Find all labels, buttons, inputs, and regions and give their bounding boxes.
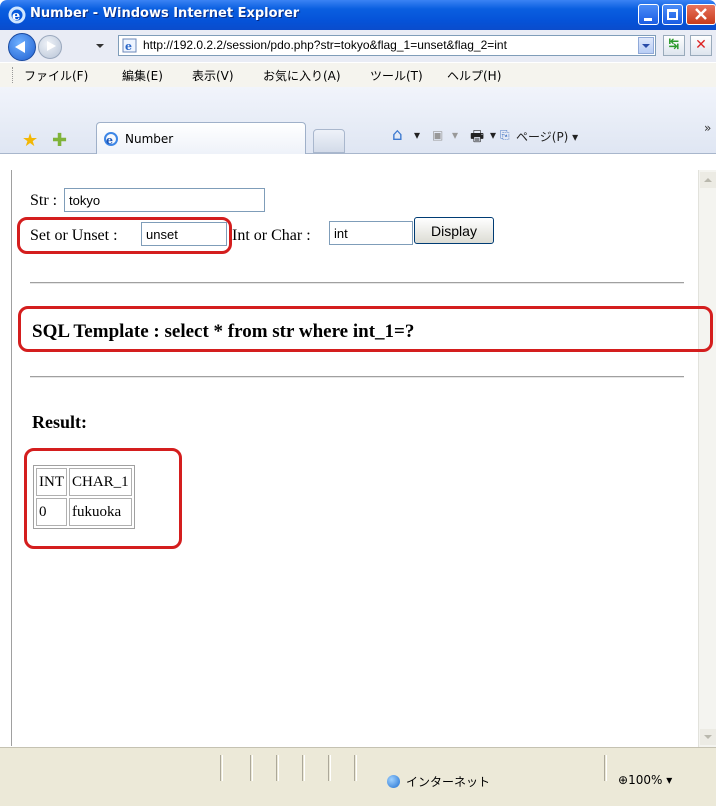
tab-label: Number bbox=[125, 132, 174, 146]
scroll-down-button[interactable] bbox=[700, 729, 716, 745]
annotation-box-set-or-unset bbox=[17, 217, 232, 254]
title-bar: e Number - Windows Internet Explorer bbox=[0, 0, 716, 30]
menu-favorites[interactable]: お気に入り(A) bbox=[263, 67, 341, 84]
menu-bar: ファイル(F) 編集(E) 表示(V) お気に入り(A) ツール(T) ヘルプ(… bbox=[0, 62, 716, 88]
recent-pages-dropdown-icon[interactable] bbox=[96, 44, 104, 48]
status-separator bbox=[276, 755, 279, 781]
menu-file[interactable]: ファイル(F) bbox=[24, 67, 88, 84]
menu-tools[interactable]: ツール(T) bbox=[370, 67, 423, 84]
add-favorite-icon[interactable]: ✚ bbox=[52, 130, 67, 151]
address-url[interactable]: http://192.0.2.2/session/pdo.php?str=tok… bbox=[143, 38, 507, 52]
print-dropdown-icon[interactable]: ▾ bbox=[490, 128, 496, 142]
scroll-up-button[interactable] bbox=[700, 172, 716, 188]
tab-number[interactable]: e Number bbox=[96, 122, 306, 154]
maximize-button[interactable] bbox=[662, 4, 683, 25]
zone-label: インターネット bbox=[406, 775, 491, 789]
ie-logo-icon: e bbox=[8, 6, 26, 24]
forward-button[interactable] bbox=[38, 35, 62, 59]
stop-button[interactable]: ✕ bbox=[690, 35, 712, 56]
vertical-scrollbar[interactable] bbox=[698, 170, 716, 747]
print-icon[interactable]: 🖶 bbox=[470, 126, 484, 151]
forward-arrow-icon bbox=[47, 41, 56, 51]
zoom-label: 100% bbox=[628, 773, 663, 787]
svg-text:e: e bbox=[106, 134, 113, 147]
minimize-button[interactable] bbox=[638, 4, 659, 25]
divider bbox=[30, 376, 684, 378]
status-separator bbox=[302, 755, 305, 781]
int-or-char-input[interactable] bbox=[329, 221, 413, 245]
display-button[interactable]: Display bbox=[414, 217, 494, 244]
address-bar[interactable]: e http://192.0.2.2/session/pdo.php?str=t… bbox=[118, 35, 656, 56]
status-separator bbox=[354, 755, 357, 781]
favorites-center-icon[interactable]: ★ bbox=[22, 130, 38, 151]
stop-icon: ✕ bbox=[695, 37, 707, 53]
svg-text:e: e bbox=[125, 40, 132, 53]
globe-icon bbox=[387, 775, 400, 788]
address-dropdown-button[interactable] bbox=[638, 37, 654, 54]
menu-edit[interactable]: 編集(E) bbox=[122, 67, 163, 84]
divider bbox=[30, 282, 684, 284]
address-toolbar: e http://192.0.2.2/session/pdo.php?str=t… bbox=[0, 30, 716, 62]
home-dropdown-icon[interactable]: ▾ bbox=[414, 128, 420, 142]
refresh-button[interactable]: ↹ bbox=[663, 35, 685, 56]
zoom-level[interactable]: ⊕100% ▾ bbox=[618, 773, 672, 787]
page-menu-button[interactable]: ページ(P) ▾ bbox=[516, 128, 578, 145]
page-icon: e bbox=[104, 132, 118, 147]
annotation-box-result-table bbox=[24, 448, 182, 549]
annotation-box-sql-template bbox=[18, 306, 713, 352]
security-zone[interactable]: インターネット bbox=[387, 773, 490, 790]
result-heading: Result: bbox=[32, 412, 87, 432]
status-separator bbox=[220, 755, 223, 781]
status-separator bbox=[250, 755, 253, 781]
page-icon: e bbox=[122, 38, 137, 53]
svg-text:e: e bbox=[12, 9, 20, 24]
status-separator bbox=[328, 755, 331, 781]
feeds-icon[interactable]: ▣ bbox=[432, 128, 443, 142]
str-input[interactable] bbox=[64, 188, 265, 212]
page-menu-icon[interactable]: ⎘ bbox=[500, 128, 510, 143]
toolbar-overflow-icon[interactable]: » bbox=[704, 121, 711, 135]
int-or-char-label: Int or Char : bbox=[232, 227, 311, 244]
feeds-dropdown-icon[interactable]: ▾ bbox=[452, 128, 458, 142]
menu-view[interactable]: 表示(V) bbox=[192, 67, 234, 84]
menu-help[interactable]: ヘルプ(H) bbox=[447, 67, 501, 84]
back-button[interactable] bbox=[8, 33, 36, 61]
close-button[interactable] bbox=[686, 4, 716, 25]
str-label: Str : bbox=[30, 192, 58, 209]
status-bar bbox=[0, 747, 716, 806]
zoom-icon: ⊕ bbox=[618, 773, 629, 787]
close-icon bbox=[695, 8, 707, 20]
home-icon[interactable]: ⌂ bbox=[392, 125, 403, 145]
refresh-icon: ↹ bbox=[668, 37, 680, 52]
toolbar-grip bbox=[12, 67, 15, 83]
back-arrow-icon bbox=[15, 41, 25, 53]
new-tab-button[interactable] bbox=[313, 129, 345, 153]
status-separator bbox=[604, 755, 607, 781]
window-title: Number - Windows Internet Explorer bbox=[30, 6, 300, 21]
